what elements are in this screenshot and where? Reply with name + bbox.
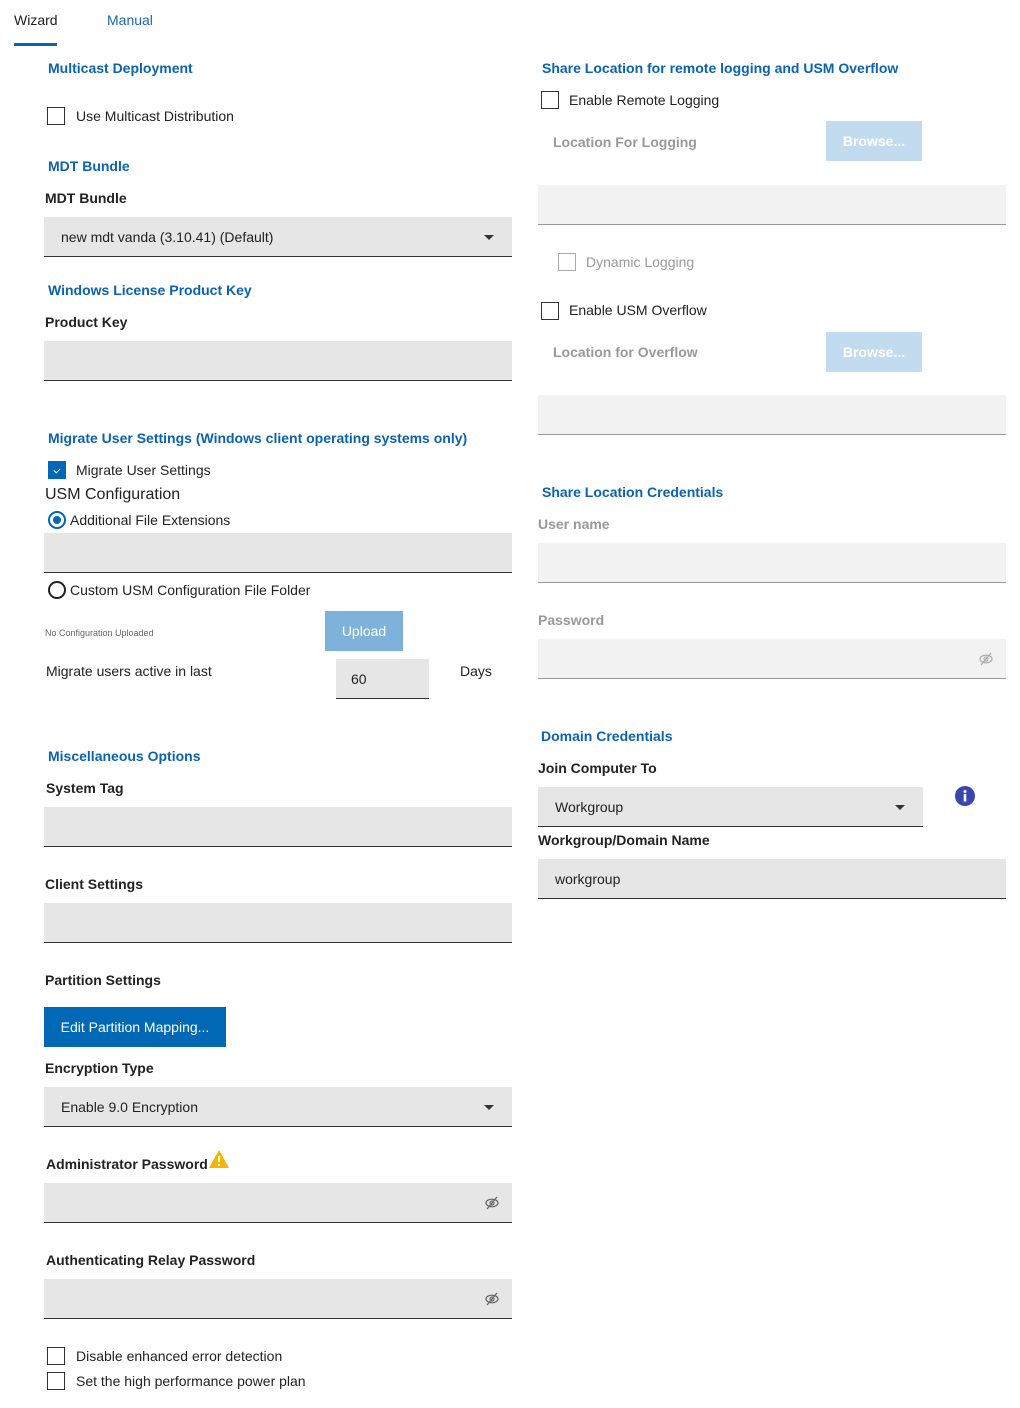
disable-error-detection-label: Disable enhanced error detection [76, 1348, 283, 1364]
join-computer-value: Workgroup [555, 798, 624, 815]
eye-slash-icon[interactable] [484, 1195, 500, 1211]
disable-error-detection-checkbox[interactable] [47, 1347, 65, 1365]
product-key-input[interactable] [44, 341, 512, 381]
active-tab-indicator [14, 43, 57, 46]
workgroup-domain-name-input[interactable]: workgroup [538, 859, 1006, 899]
admin-password-input[interactable] [44, 1183, 512, 1223]
dynamic-logging-checkbox[interactable] [558, 253, 576, 271]
migrate-user-settings-checkbox[interactable] [48, 461, 66, 479]
migrate-section-title: Migrate User Settings (Windows client op… [48, 430, 468, 446]
warning-icon [209, 1150, 229, 1168]
admin-password-label: Administrator Password [46, 1156, 208, 1172]
mdt-bundle-value: new mdt vanda (3.10.41) (Default) [61, 228, 274, 245]
eye-slash-icon[interactable] [484, 1291, 500, 1307]
dynamic-logging-label: Dynamic Logging [586, 254, 695, 270]
mdt-bundle-label: MDT Bundle [45, 190, 127, 206]
enable-remote-logging-label: Enable Remote Logging [569, 92, 720, 108]
custom-usm-folder-radio[interactable] [48, 581, 66, 599]
enable-remote-logging-checkbox[interactable] [541, 91, 559, 109]
product-key-label: Product Key [45, 314, 128, 330]
share-location-section-title: Share Location for remote logging and US… [542, 60, 899, 76]
username-label: User name [538, 516, 610, 532]
chevron-down-icon [484, 1104, 494, 1110]
logging-location-input[interactable] [538, 185, 1006, 225]
location-for-overflow-label: Location for Overflow [553, 344, 698, 360]
partition-settings-label: Partition Settings [45, 972, 161, 988]
edit-partition-mapping-button[interactable]: Edit Partition Mapping... [44, 1007, 226, 1047]
relay-password-input[interactable] [44, 1279, 512, 1319]
enable-usm-overflow-checkbox[interactable] [541, 302, 559, 320]
tab-manual[interactable]: Manual [107, 12, 153, 28]
system-tag-input[interactable] [44, 807, 512, 847]
domain-credentials-section-title: Domain Credentials [541, 728, 673, 744]
eye-slash-icon[interactable] [978, 651, 994, 667]
additional-file-extensions-radio[interactable] [48, 511, 66, 529]
additional-file-extensions-label: Additional File Extensions [70, 512, 231, 528]
multicast-section-title: Multicast Deployment [48, 60, 193, 76]
custom-usm-folder-label: Custom USM Configuration File Folder [70, 582, 311, 598]
password-input[interactable] [538, 639, 1006, 679]
share-credentials-section-title: Share Location Credentials [542, 484, 724, 500]
migrate-active-label: Migrate users active in last [46, 663, 212, 679]
misc-section-title: Miscellaneous Options [48, 748, 201, 764]
file-extensions-input[interactable] [44, 533, 512, 573]
encryption-type-select[interactable]: Enable 9.0 Encryption [44, 1087, 512, 1127]
no-configuration-status: No Configuration Uploaded [45, 628, 154, 638]
username-input[interactable] [538, 543, 1006, 583]
use-multicast-checkbox[interactable] [47, 107, 65, 125]
overflow-location-input[interactable] [538, 395, 1006, 435]
enable-usm-overflow-label: Enable USM Overflow [569, 302, 707, 318]
workgroup-domain-name-value: workgroup [555, 870, 621, 887]
relay-password-label: Authenticating Relay Password [46, 1252, 256, 1268]
location-for-logging-label: Location For Logging [553, 134, 697, 150]
tab-wizard[interactable]: Wizard [14, 12, 58, 28]
system-tag-label: System Tag [46, 780, 124, 796]
usm-configuration-label: USM Configuration [45, 486, 181, 503]
workgroup-domain-name-label: Workgroup/Domain Name [538, 832, 710, 848]
join-computer-to-label: Join Computer To [538, 760, 657, 776]
migrate-user-settings-label: Migrate User Settings [76, 462, 211, 478]
use-multicast-label: Use Multicast Distribution [76, 108, 234, 124]
browse-overflow-button[interactable]: Browse... [826, 332, 922, 372]
client-settings-input[interactable] [44, 903, 512, 943]
high-performance-label: Set the high performance power plan [76, 1373, 306, 1389]
mdt-section-title: MDT Bundle [48, 158, 130, 174]
migrate-days-value: 60 [351, 670, 367, 687]
encryption-type-label: Encryption Type [45, 1060, 154, 1076]
high-performance-checkbox[interactable] [47, 1372, 65, 1390]
chevron-down-icon [895, 804, 905, 810]
license-section-title: Windows License Product Key [48, 282, 252, 298]
client-settings-label: Client Settings [45, 876, 144, 892]
browse-logging-button[interactable]: Browse... [826, 121, 922, 161]
chevron-down-icon [484, 234, 494, 240]
migrate-days-input[interactable]: 60 [336, 659, 429, 699]
upload-button[interactable]: Upload [325, 611, 403, 651]
password-label: Password [538, 612, 605, 628]
encryption-type-value: Enable 9.0 Encryption [61, 1098, 198, 1115]
mdt-bundle-select[interactable]: new mdt vanda (3.10.41) (Default) [44, 217, 512, 257]
info-icon[interactable] [955, 786, 975, 806]
days-label: Days [460, 663, 492, 679]
join-computer-select[interactable]: Workgroup [538, 787, 923, 827]
